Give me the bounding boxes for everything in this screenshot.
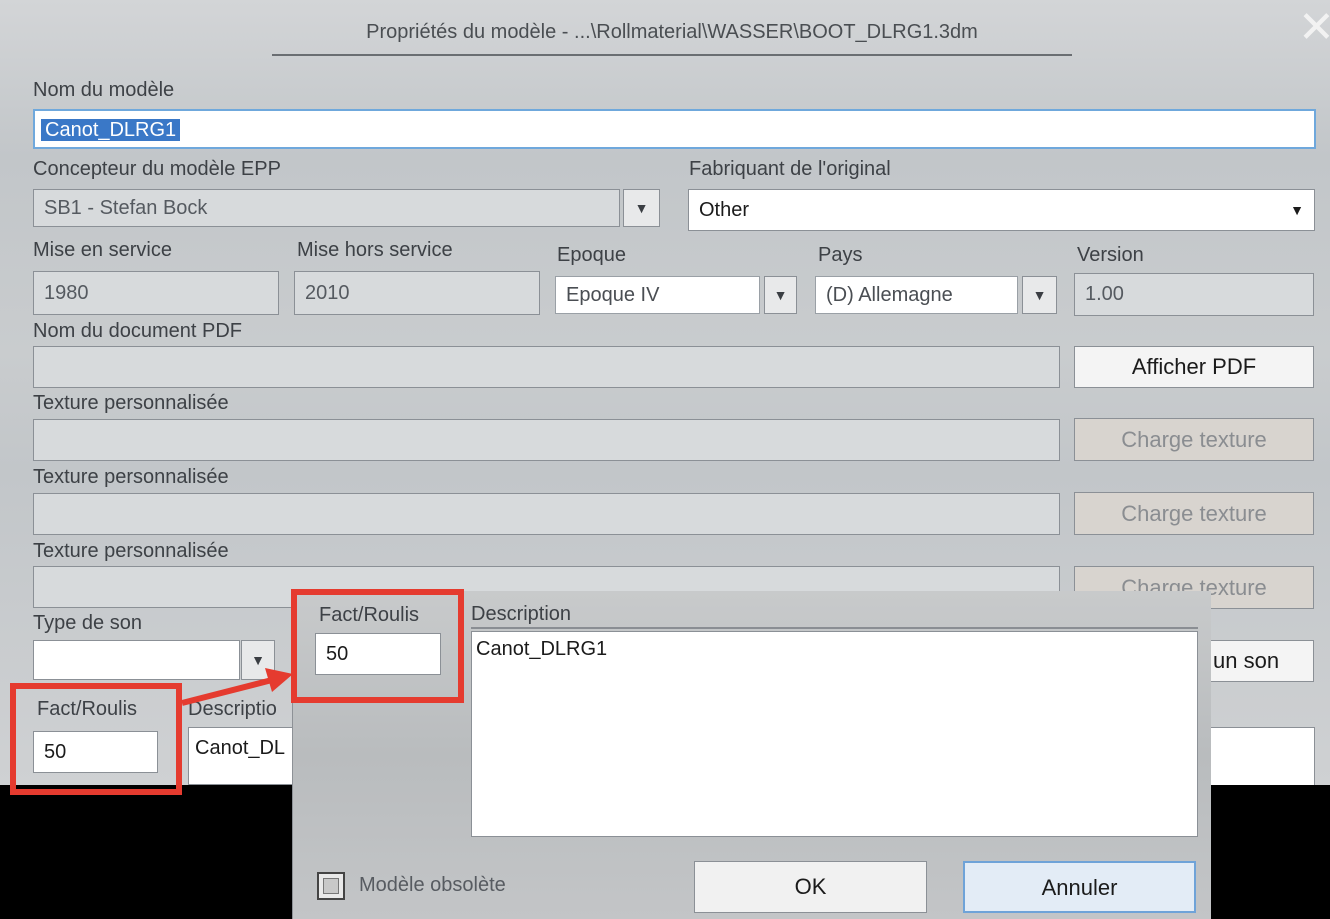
arrow-head	[265, 668, 293, 692]
arrow-shaft	[181, 677, 273, 706]
obsolete-label: Modèle obsolète	[359, 874, 506, 896]
highlight-box-zoom	[291, 589, 464, 703]
ok-button[interactable]: OK	[694, 861, 927, 913]
description-divider	[471, 627, 1198, 629]
checkbox-inner	[323, 878, 339, 894]
zoom-description-label: Description	[471, 603, 572, 625]
zoom-description-value: Canot_DLRG1	[476, 638, 608, 660]
zoom-description-textarea[interactable]: Canot_DLRG1	[471, 631, 1198, 837]
cancel-button[interactable]: Annuler	[963, 861, 1196, 913]
obsolete-checkbox[interactable]	[317, 872, 345, 900]
